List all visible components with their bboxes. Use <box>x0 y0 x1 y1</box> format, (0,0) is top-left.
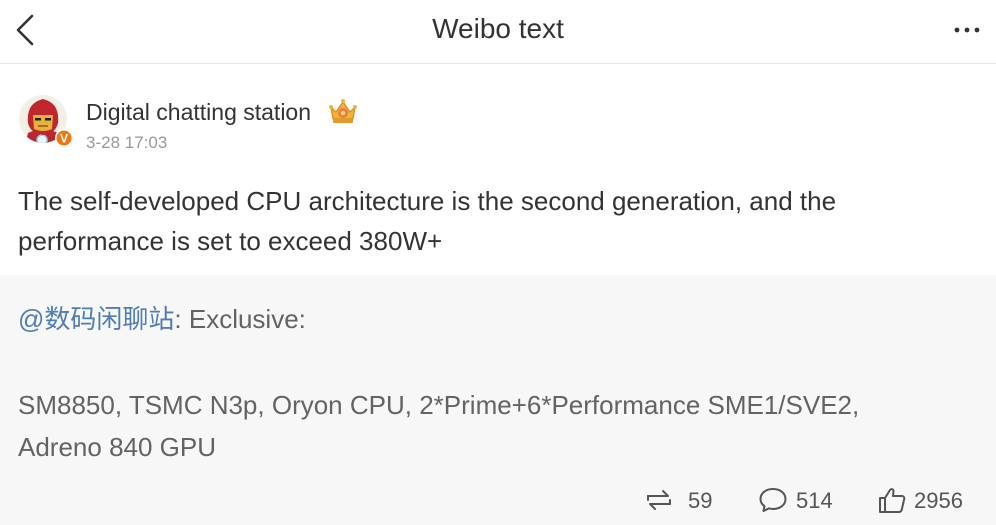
post-timestamp: 3-28 17:03 <box>86 133 168 152</box>
avatar[interactable]: V <box>18 93 75 150</box>
thumbs-up-icon <box>879 488 906 513</box>
like-button[interactable]: 2956 <box>877 483 977 517</box>
comment-count: 514 <box>796 488 833 513</box>
reposted-content[interactable]: @数码闲聊站: Exclusive: SM8850, TSMC N3p, Ory… <box>0 275 996 525</box>
repost-button[interactable]: 59 <box>644 483 724 517</box>
comment-button[interactable]: 514 <box>758 483 838 517</box>
mention-link[interactable]: @数码闲聊站 <box>18 304 174 334</box>
repost-spec-line: Adreno 840 GPU <box>18 432 217 462</box>
top-bar: Weibo text <box>0 0 996 64</box>
post-text-line: performance is set to exceed 380W+ <box>18 226 443 256</box>
post-body: The self-developed CPU architecture is t… <box>18 181 978 261</box>
action-bar: 59 514 2956 <box>0 475 996 525</box>
repost-icon <box>647 490 671 510</box>
post-author: V Digital chatting station 3-28 17:03 <box>18 93 978 153</box>
verified-badge: V <box>60 132 68 146</box>
comment-icon <box>759 488 787 512</box>
iron-man-avatar-icon: V <box>19 95 73 147</box>
more-horizontal-icon <box>954 27 980 33</box>
author-name[interactable]: Digital chatting station <box>86 99 311 126</box>
crown-badge-icon[interactable] <box>326 97 360 127</box>
page-title: Weibo text <box>432 13 564 44</box>
like-count: 2956 <box>914 488 963 513</box>
repost-intro-line: @数码闲聊站: Exclusive: <box>18 298 978 340</box>
repost-count: 59 <box>688 488 713 513</box>
post-text-line: The self-developed CPU architecture is t… <box>18 186 837 216</box>
repost-spec-line: SM8850, TSMC N3p, Oryon CPU, 2*Prime+6*P… <box>18 390 860 420</box>
more-button[interactable] <box>946 14 988 50</box>
repost-body: @数码闲聊站: Exclusive: SM8850, TSMC N3p, Ory… <box>18 298 978 468</box>
repost-intro: : Exclusive: <box>174 304 306 334</box>
